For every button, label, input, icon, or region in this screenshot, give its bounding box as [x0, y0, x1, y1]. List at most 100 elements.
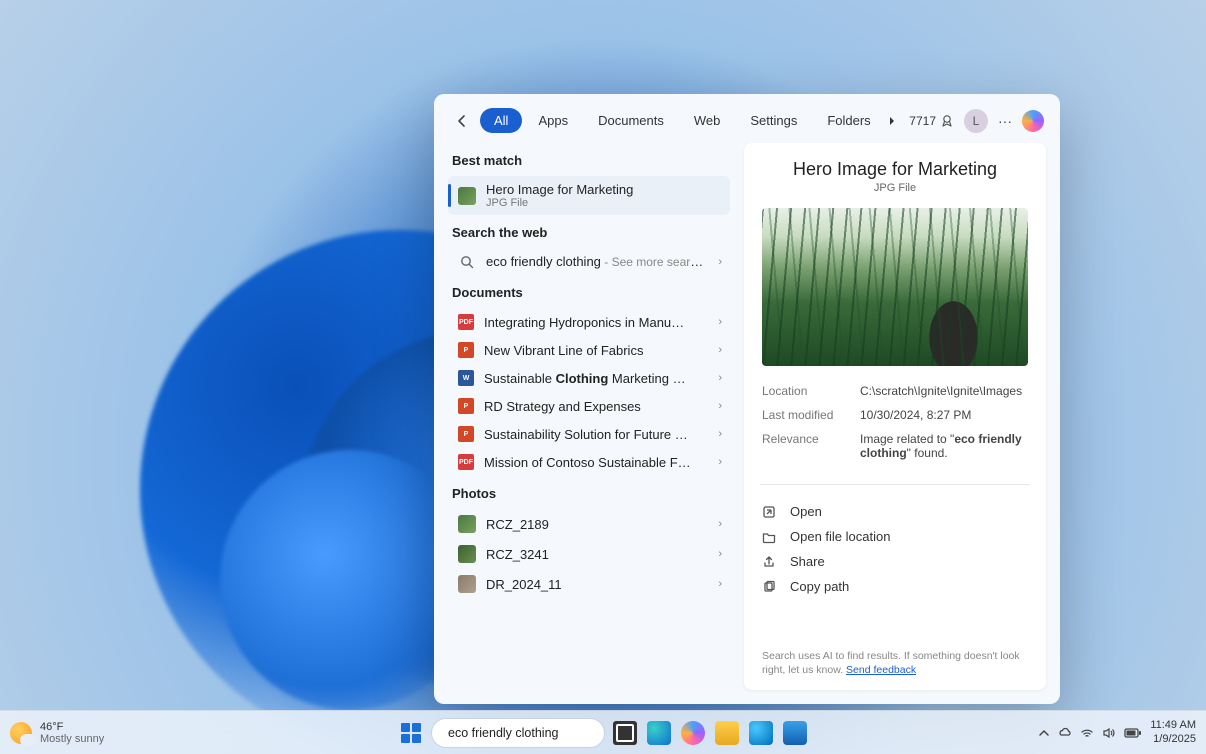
filters-scroll-right[interactable]: [887, 116, 903, 126]
web-search-result[interactable]: eco friendly clothing - See more search …: [448, 248, 730, 275]
chevron-up-icon: [1038, 727, 1050, 739]
action-copy-path[interactable]: Copy path: [762, 574, 1028, 599]
search-input[interactable]: [448, 726, 609, 740]
user-avatar[interactable]: L: [964, 109, 988, 133]
open-icon: [762, 505, 778, 519]
weather-icon: [10, 722, 32, 744]
ppt-icon: P: [458, 398, 474, 414]
back-button[interactable]: [450, 109, 474, 133]
start-button[interactable]: [397, 719, 425, 747]
task-view-button[interactable]: [611, 719, 639, 747]
result-thumbnail: [458, 545, 476, 563]
chevron-right-icon: ›: [718, 578, 722, 590]
clock-time: 11:49 AM: [1150, 719, 1196, 732]
preview-pane: Hero Image for Marketing JPG File Locati…: [744, 143, 1046, 690]
action-label: Copy path: [790, 579, 849, 594]
meta-relevance-label: Relevance: [762, 432, 846, 460]
edge-app-2[interactable]: [747, 719, 775, 747]
weather-desc: Mostly sunny: [40, 733, 104, 745]
flyout-header: All Apps Documents Web Settings Folders …: [434, 94, 1060, 143]
ppt-icon: P: [458, 426, 474, 442]
pdf-icon: PDF: [458, 314, 474, 330]
photo-result[interactable]: DR_2024_11 ›: [448, 569, 730, 599]
section-documents: Documents: [448, 275, 730, 308]
result-title: DR_2024_11: [486, 577, 708, 592]
action-share[interactable]: Share: [762, 549, 1028, 574]
ppt-icon: P: [458, 342, 474, 358]
document-result[interactable]: PDF Mission of Contoso Sustainable F… ›: [448, 448, 730, 476]
ai-disclaimer: Search uses AI to find results. If somet…: [762, 631, 1028, 678]
filter-web[interactable]: Web: [680, 108, 735, 133]
result-title: Sustainable Clothing Marketing …: [484, 371, 708, 386]
edge-app[interactable]: [645, 719, 673, 747]
weather-widget[interactable]: 46°F Mostly sunny: [10, 721, 104, 745]
weather-temp: 46°F: [40, 721, 104, 733]
result-title: Sustainability Solution for Future …: [484, 427, 708, 442]
result-thumbnail: [458, 515, 476, 533]
taskbar: 46°F Mostly sunny 11:49 AM 1/9/2025: [0, 710, 1206, 754]
document-result[interactable]: W Sustainable Clothing Marketing … ›: [448, 364, 730, 392]
store-app[interactable]: [781, 719, 809, 747]
chevron-right-icon: [887, 116, 897, 126]
clock-date: 1/9/2025: [1150, 733, 1196, 746]
result-title: Mission of Contoso Sustainable F…: [484, 455, 708, 470]
result-thumbnail: [458, 187, 476, 205]
more-options[interactable]: ···: [998, 113, 1012, 129]
points-value: 7717: [909, 114, 936, 128]
action-open-location[interactable]: Open file location: [762, 524, 1028, 549]
result-thumbnail: [458, 575, 476, 593]
search-icon: [458, 255, 476, 269]
filter-all[interactable]: All: [480, 108, 522, 133]
meta-relevance-value: Image related to "eco friendly clothing"…: [860, 432, 1028, 460]
rewards-points[interactable]: 7717: [909, 114, 954, 128]
meta-modified-label: Last modified: [762, 408, 846, 422]
explorer-app[interactable]: [713, 719, 741, 747]
meta-location-value: C:\scratch\Ignite\Ignite\Images: [860, 384, 1028, 398]
photo-result[interactable]: RCZ_2189 ›: [448, 509, 730, 539]
filter-settings[interactable]: Settings: [736, 108, 811, 133]
document-result[interactable]: P RD Strategy and Expenses ›: [448, 392, 730, 420]
send-feedback-link[interactable]: Send feedback: [846, 664, 916, 676]
best-match-result[interactable]: Hero Image for Marketing JPG File: [448, 176, 730, 215]
chevron-right-icon: ›: [718, 456, 722, 468]
results-column: Best match Hero Image for Marketing JPG …: [448, 143, 730, 690]
filter-apps[interactable]: Apps: [524, 108, 582, 133]
section-best-match: Best match: [448, 143, 730, 176]
taskbar-right: 11:49 AM 1/9/2025: [1038, 719, 1196, 745]
filter-folders[interactable]: Folders: [813, 108, 881, 133]
result-subtitle: JPG File: [486, 197, 722, 209]
chevron-right-icon: ›: [718, 344, 722, 356]
filter-documents[interactable]: Documents: [584, 108, 678, 133]
preview-metadata: Location C:\scratch\Ignite\Ignite\Images…: [762, 384, 1028, 470]
system-tray[interactable]: [1038, 726, 1142, 740]
battery-icon: [1124, 727, 1142, 739]
action-label: Share: [790, 554, 825, 569]
chevron-right-icon: ›: [718, 518, 722, 530]
document-result[interactable]: P New Vibrant Line of Fabrics ›: [448, 336, 730, 364]
document-result[interactable]: P Sustainability Solution for Future … ›: [448, 420, 730, 448]
result-title: Hero Image for Marketing: [486, 182, 722, 197]
chevron-right-icon: ›: [718, 372, 722, 384]
preview-image[interactable]: [762, 208, 1028, 366]
divider: [760, 484, 1030, 485]
clock[interactable]: 11:49 AM 1/9/2025: [1150, 719, 1196, 745]
action-label: Open: [790, 504, 822, 519]
share-icon: [762, 555, 778, 569]
document-result[interactable]: PDF Integrating Hydroponics in Manu… ›: [448, 308, 730, 336]
copilot-icon[interactable]: [1022, 110, 1044, 132]
chevron-right-icon: ›: [718, 316, 722, 328]
section-photos: Photos: [448, 476, 730, 509]
action-label: Open file location: [790, 529, 890, 544]
taskbar-center: [397, 718, 809, 748]
chevron-right-icon: ›: [718, 428, 722, 440]
copilot-app[interactable]: [679, 719, 707, 747]
action-open[interactable]: Open: [762, 499, 1028, 524]
web-result-text: eco friendly clothing - See more search …: [486, 254, 708, 269]
arrow-left-icon: [454, 113, 470, 129]
taskbar-search[interactable]: [431, 718, 605, 748]
preview-title: Hero Image for Marketing: [762, 159, 1028, 180]
chevron-right-icon: ›: [718, 400, 722, 412]
header-right: 7717 L ···: [909, 109, 1044, 133]
photo-result[interactable]: RCZ_3241 ›: [448, 539, 730, 569]
rewards-icon: [940, 114, 954, 128]
